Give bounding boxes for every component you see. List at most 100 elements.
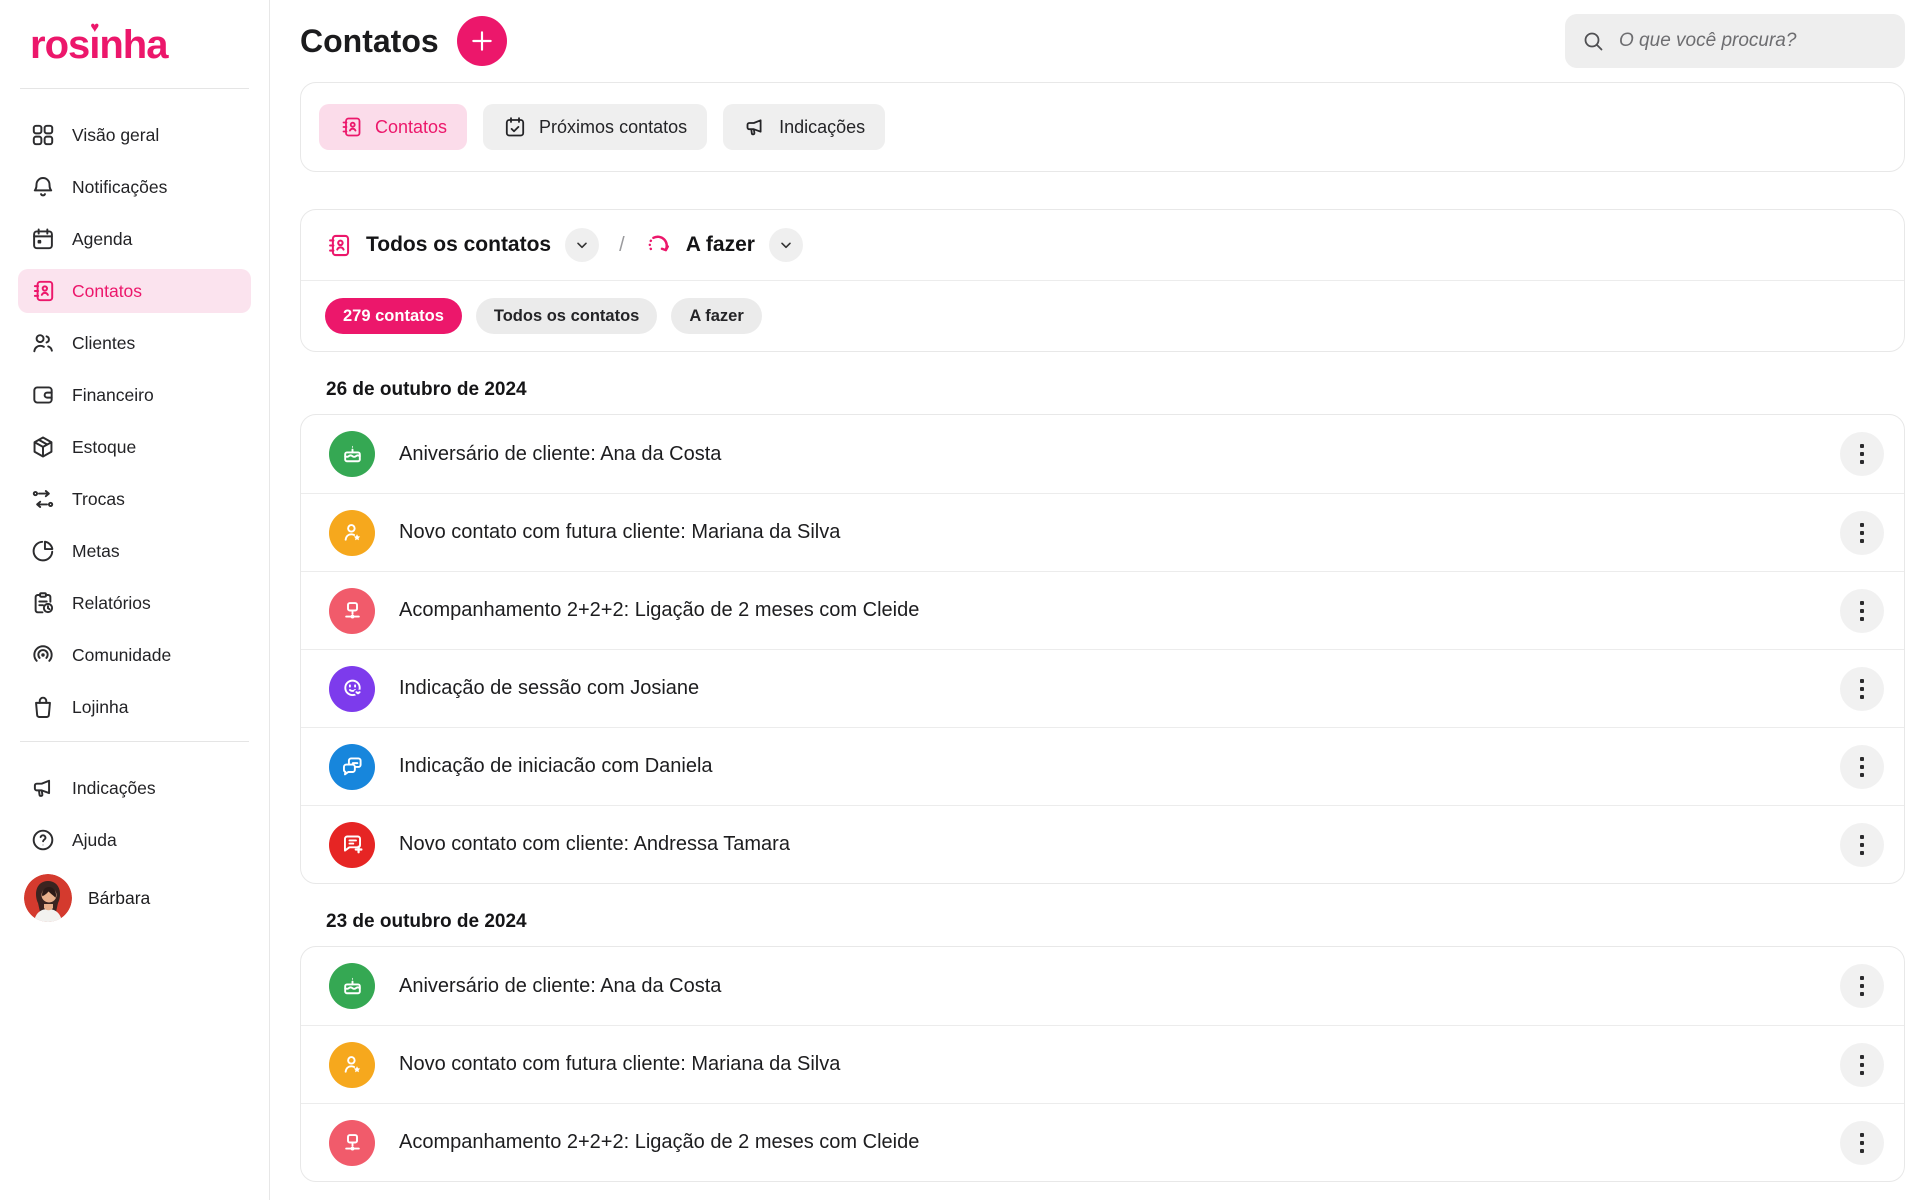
contact-book-icon	[339, 115, 363, 139]
contact-row[interactable]: Novo contato com futura cliente: Mariana…	[301, 493, 1904, 571]
contact-book-icon	[325, 232, 352, 259]
calendar-icon	[30, 226, 56, 252]
date-header: 26 de outubro de 2024	[326, 379, 1905, 401]
swap-icon	[30, 486, 56, 512]
date-header: 23 de outubro de 2024	[326, 911, 1905, 933]
tab-proximos-contatos[interactable]: Próximos contatos	[483, 104, 707, 150]
add-contact-button[interactable]	[457, 16, 507, 66]
status-label: A fazer	[686, 233, 755, 257]
help-icon	[30, 827, 56, 853]
divider	[20, 741, 249, 742]
contact-row-text: Novo contato com cliente: Andressa Tamar…	[399, 833, 1816, 856]
sidebar-item-financeiro[interactable]: Financeiro	[18, 373, 251, 417]
heart-icon: ♥	[90, 19, 98, 36]
redo-dotted-icon	[645, 232, 672, 259]
sidebar-item-clientes[interactable]: Clientes	[18, 321, 251, 365]
contact-row-text: Indicação de sessão com Josiane	[399, 677, 1816, 700]
bell-icon	[30, 174, 56, 200]
row-menu-button[interactable]	[1840, 432, 1884, 476]
row-menu-button[interactable]	[1840, 511, 1884, 555]
contact-list-card: Aniversário de cliente: Ana da Costa Nov…	[300, 414, 1905, 884]
broadcast-icon	[30, 642, 56, 668]
tabs-bar: Contatos Próximos contatos Indicações	[300, 82, 1905, 172]
contact-row[interactable]: Aniversário de cliente: Ana da Costa	[301, 947, 1904, 1025]
page-header: Contatos	[300, 12, 1905, 70]
sidebar-item-ajuda[interactable]: Ajuda	[18, 818, 251, 862]
contact-row[interactable]: Indicação de sessão com Josiane	[301, 649, 1904, 727]
contact-row-text: Novo contato com futura cliente: Mariana…	[399, 521, 1816, 544]
contact-row[interactable]: Acompanhamento 2+2+2: Ligação de 2 meses…	[301, 571, 1904, 649]
sidebar-secondary-nav: Indicações Ajuda	[18, 766, 251, 862]
row-menu-button[interactable]	[1840, 1043, 1884, 1087]
row-menu-button[interactable]	[1840, 589, 1884, 633]
sidebar-item-lojinha[interactable]: Lojinha	[18, 685, 251, 729]
sidebar-nav: Visão geral Notificações Agenda Contatos…	[18, 113, 251, 729]
tab-indicacoes[interactable]: Indicações	[723, 104, 885, 150]
filter-chip-todos-os-contatos: Todos os contatos	[476, 298, 657, 334]
sidebar: rosı♥nha Visão geral Notificações Agenda…	[0, 0, 270, 1200]
date-group: 23 de outubro de 2024 Aniversário de cli…	[300, 911, 1905, 1182]
plus-icon	[469, 28, 495, 54]
contact-groups: 26 de outubro de 2024 Aniversário de cli…	[300, 379, 1905, 1182]
chevron-down-icon	[769, 228, 803, 262]
sidebar-item-comunidade[interactable]: Comunidade	[18, 633, 251, 677]
users-icon	[30, 330, 56, 356]
status-dropdown[interactable]: A fazer	[645, 228, 803, 262]
sidebar-item-estoque[interactable]: Estoque	[18, 425, 251, 469]
main-content: Contatos Contatos Próximos contatos Indi…	[270, 0, 1920, 1200]
logo-text: nha	[99, 23, 167, 68]
smiley-heart-icon	[329, 666, 375, 712]
contact-row-text: Aniversário de cliente: Ana da Costa	[399, 975, 1816, 998]
sidebar-item-metas[interactable]: Metas	[18, 529, 251, 573]
contact-list-card: Aniversário de cliente: Ana da Costa Nov…	[300, 946, 1905, 1182]
sidebar-item-visao-geral[interactable]: Visão geral	[18, 113, 251, 157]
megaphone-icon	[30, 775, 56, 801]
sidebar-item-indicacoes[interactable]: Indicações	[18, 766, 251, 810]
chat-icon	[329, 744, 375, 790]
sitemap-icon	[329, 1120, 375, 1166]
contact-row[interactable]: Aniversário de cliente: Ana da Costa	[301, 415, 1904, 493]
tab-contatos[interactable]: Contatos	[319, 104, 467, 150]
contact-row[interactable]: Novo contato com futura cliente: Mariana…	[301, 1025, 1904, 1103]
cake-icon	[329, 431, 375, 477]
applied-filter-chips: 279 contatos Todos os contatos A fazer	[301, 281, 1904, 351]
row-menu-button[interactable]	[1840, 964, 1884, 1008]
row-menu-button[interactable]	[1840, 1121, 1884, 1165]
rosinha-logo[interactable]: rosı♥nha	[18, 14, 251, 76]
search-icon	[1581, 29, 1605, 53]
divider	[20, 88, 249, 89]
search-input[interactable]	[1619, 30, 1889, 52]
contact-row-text: Acompanhamento 2+2+2: Ligação de 2 meses…	[399, 1131, 1816, 1154]
chevron-down-icon	[565, 228, 599, 262]
contact-book-icon	[30, 278, 56, 304]
sidebar-item-agenda[interactable]: Agenda	[18, 217, 251, 261]
contact-row[interactable]: Acompanhamento 2+2+2: Ligação de 2 meses…	[301, 1103, 1904, 1181]
report-clock-icon	[30, 590, 56, 616]
calendar-check-icon	[503, 115, 527, 139]
contact-group-dropdown[interactable]: Todos os contatos	[325, 228, 599, 262]
sidebar-item-trocas[interactable]: Trocas	[18, 477, 251, 521]
filter-controls: Todos os contatos / A fazer	[301, 210, 1904, 280]
sidebar-item-notificacoes[interactable]: Notificações	[18, 165, 251, 209]
pie-icon	[30, 538, 56, 564]
contact-row-text: Aniversário de cliente: Ana da Costa	[399, 443, 1816, 466]
sidebar-item-contatos[interactable]: Contatos	[18, 269, 251, 313]
contact-row-text: Novo contato com futura cliente: Mariana…	[399, 1053, 1816, 1076]
row-menu-button[interactable]	[1840, 667, 1884, 711]
row-menu-button[interactable]	[1840, 823, 1884, 867]
avatar	[24, 874, 72, 922]
contact-row[interactable]: Novo contato com cliente: Andressa Tamar…	[301, 805, 1904, 883]
filter-card: Todos os contatos / A fazer	[300, 209, 1905, 352]
contact-row[interactable]: Indicação de iniciacão com Daniela	[301, 727, 1904, 805]
sidebar-item-relatorios[interactable]: Relatórios	[18, 581, 251, 625]
user-name: Bárbara	[88, 888, 150, 909]
search-box[interactable]	[1565, 14, 1905, 68]
contact-count-badge: 279 contatos	[325, 298, 462, 334]
package-icon	[30, 434, 56, 460]
row-menu-button[interactable]	[1840, 745, 1884, 789]
date-group: 26 de outubro de 2024 Aniversário de cli…	[300, 379, 1905, 884]
cake-icon	[329, 963, 375, 1009]
contact-row-text: Indicação de iniciacão com Daniela	[399, 755, 1816, 778]
contact-row-text: Acompanhamento 2+2+2: Ligação de 2 meses…	[399, 599, 1816, 622]
sidebar-user[interactable]: Bárbara	[18, 870, 251, 926]
